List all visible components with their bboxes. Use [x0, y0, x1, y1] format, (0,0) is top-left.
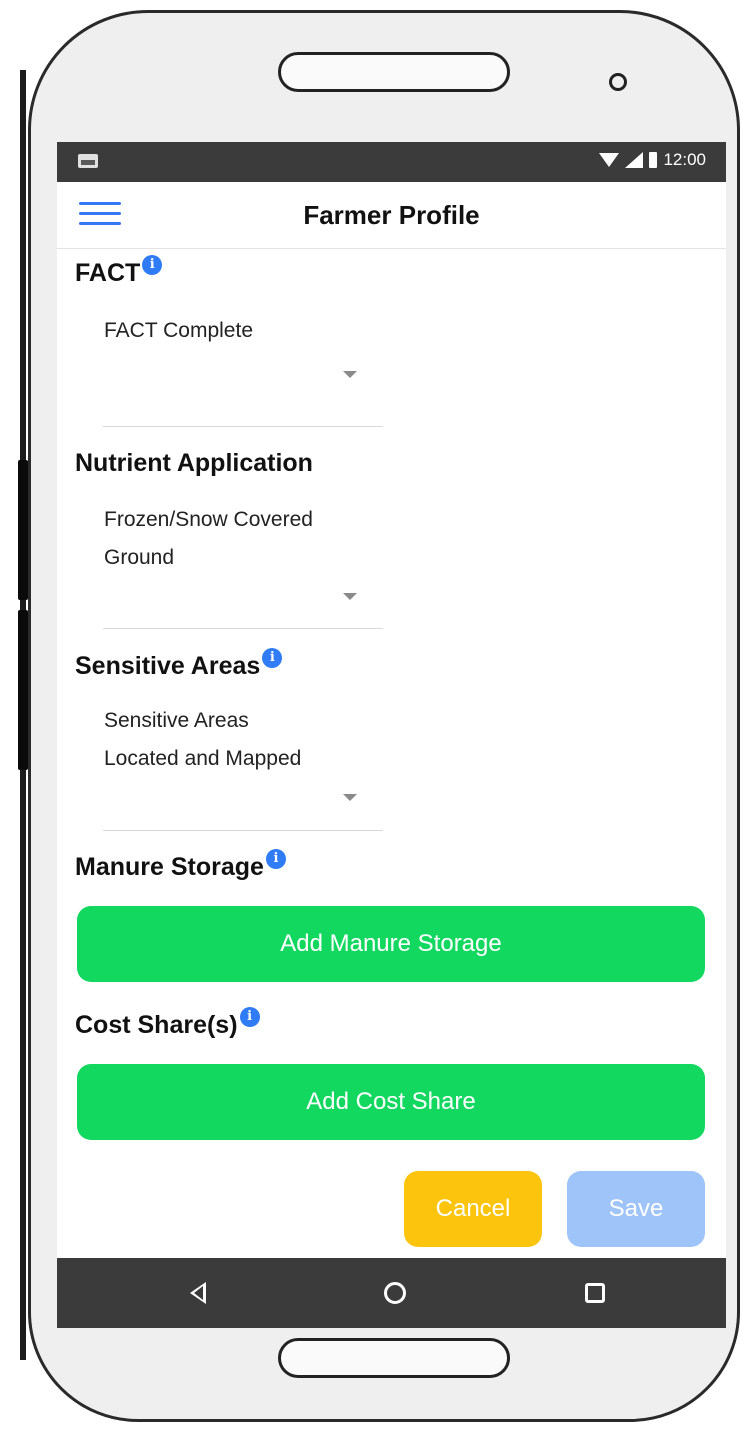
chevron-down-icon [343, 593, 357, 600]
earpiece-speaker [278, 52, 510, 92]
section-title-fact-text: FACT [75, 259, 141, 287]
status-bar: 12:00 [57, 142, 726, 182]
section-title-sensitive: Sensitive Areas i [75, 648, 283, 681]
sensitive-select-value-line1: Sensitive Areas [104, 709, 249, 732]
info-icon[interactable]: i [142, 255, 163, 275]
battery-icon [649, 152, 658, 168]
section-title-sensitive-text: Sensitive Areas [75, 652, 261, 680]
nutrient-select[interactable]: Frozen/Snow Covered Ground [103, 501, 383, 629]
hamburger-icon[interactable] [79, 197, 121, 231]
back-icon[interactable] [190, 1282, 206, 1304]
app-bar: Farmer Profile [57, 182, 726, 249]
cancel-button[interactable]: Cancel [404, 1171, 542, 1247]
chevron-down-icon [343, 371, 357, 378]
android-nav-bar [57, 1258, 726, 1328]
chevron-down-icon [343, 794, 357, 801]
nutrient-select-value-line2: Ground [104, 546, 175, 569]
front-camera [609, 73, 627, 91]
image-notification-icon [78, 154, 98, 168]
section-title-cost-share: Cost Share(s) i [75, 1007, 260, 1040]
section-title-nutrient-text: Nutrient Application [75, 449, 313, 477]
device-power-button [18, 610, 28, 770]
section-title-nutrient: Nutrient Application [75, 449, 313, 478]
section-title-manure-text: Manure Storage [75, 853, 264, 881]
section-title-fact: FACT i [75, 255, 163, 288]
fact-select-value: FACT Complete [104, 319, 253, 342]
screen: 12:00 Farmer Profile FACT i FACT Complet… [57, 142, 726, 1328]
save-button[interactable]: Save [567, 1171, 705, 1247]
add-cost-share-button[interactable]: Add Cost Share [77, 1064, 705, 1140]
info-icon[interactable]: i [239, 1007, 260, 1027]
page-title: Farmer Profile [303, 200, 480, 230]
section-title-manure: Manure Storage i [75, 849, 286, 882]
add-manure-storage-button[interactable]: Add Manure Storage [77, 906, 705, 982]
wifi-icon [599, 153, 620, 167]
sensitive-select-value-line2: Located and Mapped [104, 747, 302, 770]
section-title-cost-share-text: Cost Share(s) [75, 1011, 238, 1039]
home-icon[interactable] [384, 1282, 406, 1304]
recent-apps-icon[interactable] [585, 1283, 605, 1303]
signal-icon [625, 152, 644, 168]
info-icon[interactable]: i [265, 849, 286, 869]
sensitive-select[interactable]: Sensitive Areas Located and Mapped [103, 702, 383, 831]
fact-select[interactable]: FACT Complete [103, 312, 383, 427]
status-icons: 12:00 [599, 150, 706, 170]
nutrient-select-value-line1: Frozen/Snow Covered [104, 508, 313, 531]
device-volume-button [18, 460, 28, 600]
info-icon[interactable]: i [262, 648, 283, 668]
status-time: 12:00 [663, 150, 706, 169]
bottom-speaker [278, 1338, 510, 1378]
